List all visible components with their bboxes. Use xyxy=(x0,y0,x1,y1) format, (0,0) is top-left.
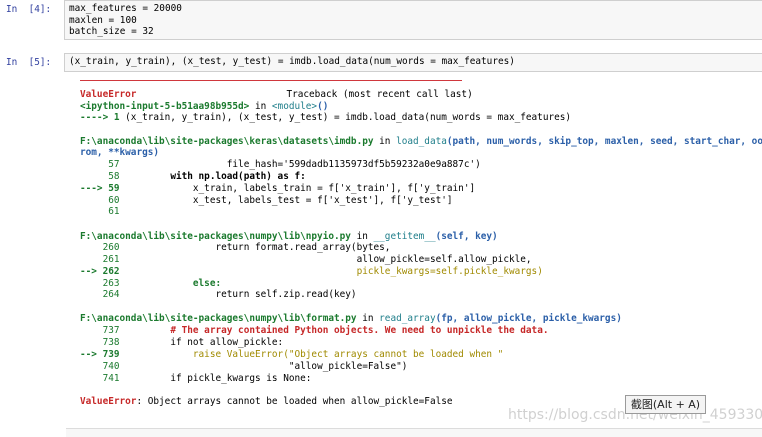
line-code: if pickle_kwargs is None: xyxy=(119,373,312,384)
line-arrow: ----> 1 xyxy=(80,112,126,123)
in-word: in xyxy=(350,231,374,242)
code-line: batch_size = 32 xyxy=(69,26,154,37)
frame-func: read_array xyxy=(379,313,436,324)
ipython-input-name: <ipython-input-5-b51aa98b955d> xyxy=(80,101,250,112)
source-line: 264 return self.zip.read(key) xyxy=(80,289,357,301)
line-number: 60 xyxy=(80,195,120,206)
source-line: 738 if not allow_pickle: xyxy=(80,337,284,349)
line-number: 738 xyxy=(80,337,120,348)
line-code: return self.zip.read(key) xyxy=(119,289,357,300)
final-error-message: : Object arrays cannot be loaded when al… xyxy=(136,396,453,407)
line-code: "allow_pickle=False") xyxy=(119,361,408,372)
frame-func: __getitem__ xyxy=(373,231,436,242)
line-code: x_test, labels_test = f['x_test'], f['y_… xyxy=(119,195,453,206)
line-number: 57 xyxy=(80,159,120,170)
frame-args: (path, num_words, skip_top, maxlen, seed… xyxy=(446,136,762,147)
frame-2-header: F:\anaconda\lib\site-packages\numpy\lib\… xyxy=(80,231,498,243)
line-number: 58 xyxy=(80,171,120,182)
line-code: # The array contained Python objects. We… xyxy=(119,325,549,336)
source-line: 260 return format.read_array(bytes, xyxy=(80,242,391,254)
code-line: (x_train, y_train), (x_test, y_test) = i… xyxy=(69,56,515,67)
cell-5-prompt: In [5]: xyxy=(6,57,52,68)
frame-path: F:\anaconda\lib\site-packages\numpy\lib\… xyxy=(80,313,357,324)
line-number: --> 739 xyxy=(80,349,120,360)
frame-path: F:\anaconda\lib\site-packages\keras\data… xyxy=(80,136,374,147)
cell-4-input[interactable]: max_features = 20000 maxlen = 100 batch_… xyxy=(64,0,762,40)
cell-5-output: ValueError Traceback (most recent call la… xyxy=(80,80,762,416)
line-number: 740 xyxy=(80,361,120,372)
source-line-current: ---> 59 x_train, labels_train = f['x_tra… xyxy=(80,183,475,195)
line-number: --> 262 xyxy=(80,266,120,277)
frame-0-header: <ipython-input-5-b51aa98b955d> in <modul… xyxy=(80,101,328,113)
module-tail: () xyxy=(317,101,329,112)
line-number: 741 xyxy=(80,373,120,384)
line-number: 737 xyxy=(80,325,120,336)
code-line: max_features = 20000 xyxy=(69,3,182,14)
source-line-current: --> 262 pickle_kwargs=self.pickle_kwargs… xyxy=(80,266,543,278)
source-line: 263 else: xyxy=(80,278,222,290)
line-code: pickle_kwargs=self.pickle_kwargs) xyxy=(119,266,543,277)
code-line: maxlen = 100 xyxy=(69,14,137,26)
frame-3-header: F:\anaconda\lib\site-packages\numpy\lib\… xyxy=(80,313,622,325)
traceback-separator xyxy=(80,80,462,81)
source-line: 58 with np.load(path) as f: xyxy=(80,171,306,183)
line-code: file_hash='599dadb1135973df5b59232a0e9a8… xyxy=(119,159,481,170)
line-number: 263 xyxy=(80,278,120,289)
line-code: (x_train, y_train), (x_test, y_test) = i… xyxy=(125,112,572,123)
screenshot-tooltip: 截图(Alt + A) xyxy=(625,395,706,414)
source-line-current: --> 739 raise ValueError("Object arrays … xyxy=(80,349,503,361)
cell-5-input[interactable]: (x_train, y_train), (x_test, y_test) = i… xyxy=(64,53,762,72)
frame-args-cont: rom, **kwargs) xyxy=(80,147,160,158)
line-number: 61 xyxy=(80,206,120,217)
line-number: ---> 59 xyxy=(80,183,120,194)
in-word: in xyxy=(356,313,380,324)
frame-1-args-cont: rom, **kwargs) xyxy=(80,147,159,159)
frame-0-line: ----> 1 (x_train, y_train), (x_test, y_t… xyxy=(80,112,571,124)
traceback-header: ValueError Traceback (most recent call la… xyxy=(80,89,473,101)
in-word: in xyxy=(249,101,272,112)
frame-1-header: F:\anaconda\lib\site-packages\keras\data… xyxy=(80,136,762,148)
in-word: in xyxy=(373,136,397,147)
source-line: 57 file_hash='599dadb1135973df5b59232a0e… xyxy=(80,159,481,171)
source-line: 741 if pickle_kwargs is None: xyxy=(80,373,312,385)
line-code: else: xyxy=(119,278,222,289)
line-number: 260 xyxy=(80,242,120,253)
source-line: 60 x_test, labels_test = f['x_test'], f[… xyxy=(80,195,453,207)
final-error-name: ValueError xyxy=(80,396,137,407)
line-code: allow_pickle=self.allow_pickle, xyxy=(119,254,532,265)
traceback-title: Traceback (most recent call last) xyxy=(286,89,473,100)
line-code: if not allow_pickle: xyxy=(119,337,284,348)
line-code: x_train, labels_train = f['x_train'], f[… xyxy=(119,183,476,194)
line-code: return format.read_array(bytes, xyxy=(119,242,391,253)
frame-args: (fp, allow_pickle, pickle_kwargs) xyxy=(435,313,622,324)
line-code: with np.load(path) as f: xyxy=(119,171,306,182)
frame-func: load_data xyxy=(396,136,447,147)
line-number: 264 xyxy=(80,289,120,300)
cell-4-prompt: In [4]: xyxy=(6,4,52,15)
error-name: ValueError xyxy=(80,89,137,100)
frame-path: F:\anaconda\lib\site-packages\numpy\lib\… xyxy=(80,231,351,242)
frame-args: (self, key) xyxy=(435,231,498,242)
final-error-line: ValueError: Object arrays cannot be load… xyxy=(80,396,453,408)
source-line: 61 xyxy=(80,206,120,218)
source-line: 261 allow_pickle=self.allow_pickle, xyxy=(80,254,532,266)
line-code: raise ValueError("Object arrays cannot b… xyxy=(119,349,504,360)
module-name: <module> xyxy=(271,101,318,112)
line-number: 261 xyxy=(80,254,120,265)
source-line: 740 "allow_pickle=False") xyxy=(80,361,408,373)
source-line: 737 # The array contained Python objects… xyxy=(80,325,549,337)
